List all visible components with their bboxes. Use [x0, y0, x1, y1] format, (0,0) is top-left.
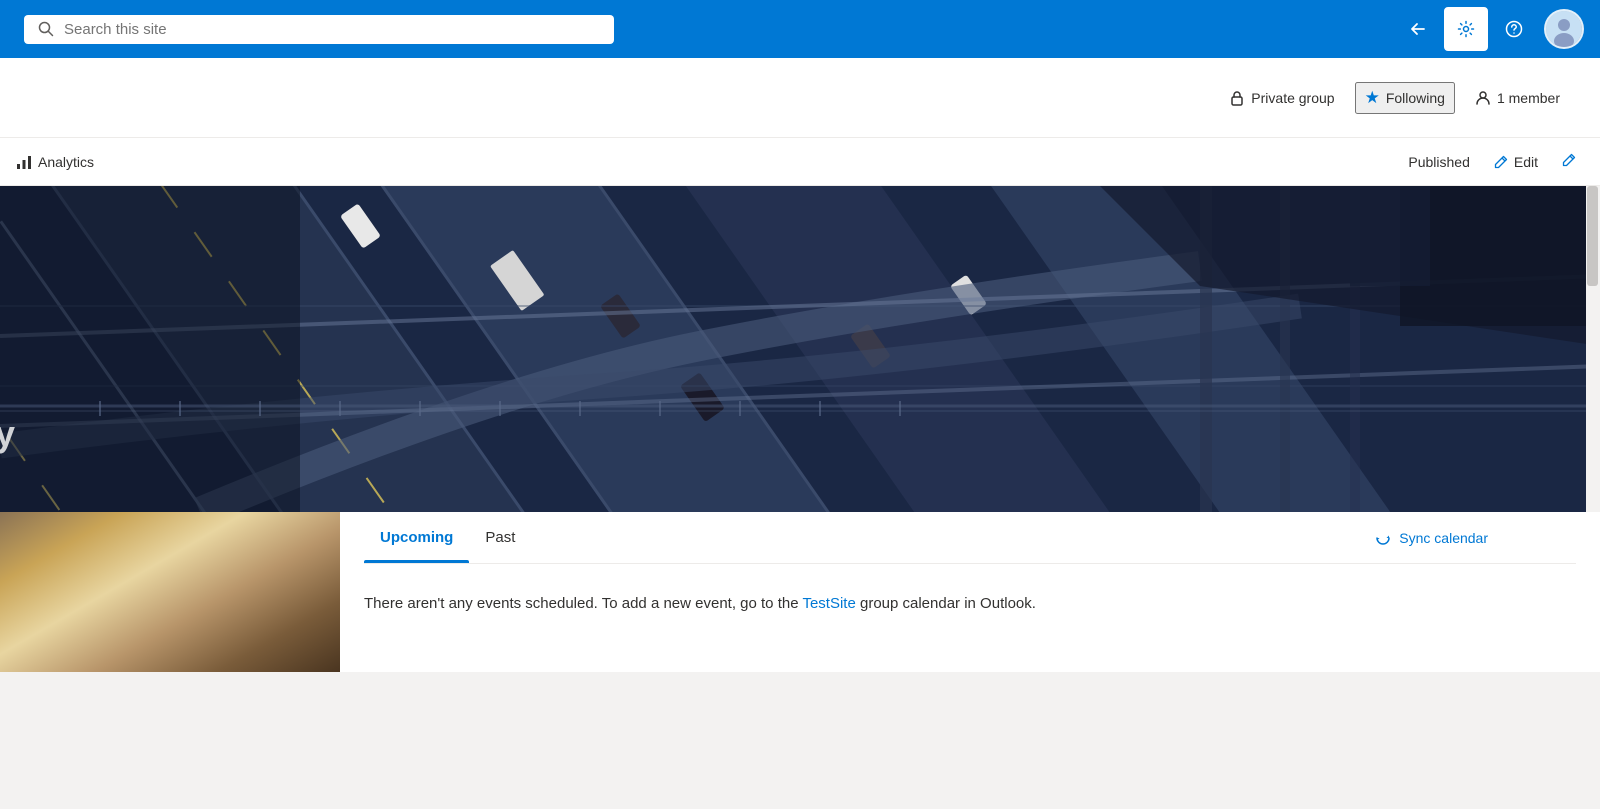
edit-button[interactable]: Edit	[1486, 150, 1546, 174]
bottom-section: Upcoming Past Sync calendar There aren't…	[0, 512, 1600, 672]
testsite-link[interactable]: TestSite	[802, 595, 855, 612]
analytics-label: Analytics	[38, 154, 94, 170]
private-group-label: Private group	[1251, 90, 1334, 106]
user-avatar[interactable]	[1544, 9, 1584, 49]
thumbnail-column	[0, 512, 340, 672]
thumbnail-image	[0, 512, 340, 672]
lock-icon	[1229, 90, 1245, 106]
analytics-icon	[16, 154, 32, 170]
scrollbar[interactable]	[1586, 186, 1600, 512]
edit-label: Edit	[1514, 154, 1538, 170]
member-count: 1 member	[1475, 90, 1560, 106]
help-button[interactable]	[1492, 7, 1536, 51]
past-tab[interactable]: Past	[469, 512, 531, 563]
top-navigation	[0, 0, 1600, 58]
search-icon	[38, 21, 54, 37]
back-button[interactable]	[1396, 7, 1440, 51]
analytics-bar-right: Published Edit	[1408, 150, 1576, 174]
events-column: Upcoming Past Sync calendar There aren't…	[340, 512, 1600, 672]
pencil-icon	[1494, 155, 1508, 169]
no-events-text-end: group calendar in Outlook.	[856, 595, 1036, 612]
analytics-bar: Analytics Published Edit	[0, 138, 1600, 186]
person-icon	[1475, 90, 1491, 106]
settings-icon	[1457, 20, 1475, 38]
hero-image: y	[0, 186, 1600, 512]
avatar-image	[1546, 11, 1582, 47]
sync-calendar-label: Sync calendar	[1399, 530, 1488, 546]
site-header-area: Private group ★ Following 1 member	[0, 58, 1600, 138]
upcoming-tab-label: Upcoming	[380, 529, 453, 546]
star-icon: ★	[1365, 88, 1380, 108]
hero-scene-svg: y	[0, 186, 1600, 512]
svg-text:y: y	[0, 413, 15, 454]
sync-icon	[1375, 530, 1391, 546]
page-wrapper: Private group ★ Following 1 member	[0, 0, 1600, 809]
edit-small-icon	[1562, 153, 1576, 167]
hero-container: y	[0, 186, 1600, 512]
settings-button[interactable]	[1444, 7, 1488, 51]
analytics-button[interactable]: Analytics	[4, 138, 106, 185]
edit-small-button[interactable]	[1562, 153, 1576, 171]
back-icon	[1409, 20, 1427, 38]
scrollbar-thumb	[1587, 186, 1598, 286]
no-events-message: There aren't any events scheduled. To ad…	[364, 564, 1064, 644]
site-meta: Private group ★ Following 1 member	[1229, 82, 1560, 114]
sync-calendar-button[interactable]: Sync calendar	[1367, 526, 1496, 550]
events-tabs: Upcoming Past Sync calendar	[364, 512, 1576, 564]
upcoming-tab[interactable]: Upcoming	[364, 512, 469, 563]
no-events-text-start: There aren't any events scheduled. To ad…	[364, 595, 802, 612]
avatar-svg	[1546, 11, 1582, 47]
nav-icons-group	[1396, 7, 1584, 51]
published-badge: Published	[1408, 154, 1470, 170]
help-icon	[1505, 20, 1523, 38]
search-input[interactable]	[64, 21, 600, 38]
following-label: Following	[1386, 90, 1445, 106]
past-tab-label: Past	[485, 529, 515, 546]
search-box-container[interactable]	[24, 15, 614, 44]
private-group-indicator: Private group	[1229, 90, 1334, 106]
member-count-label: 1 member	[1497, 90, 1560, 106]
following-button[interactable]: ★ Following	[1355, 82, 1455, 114]
